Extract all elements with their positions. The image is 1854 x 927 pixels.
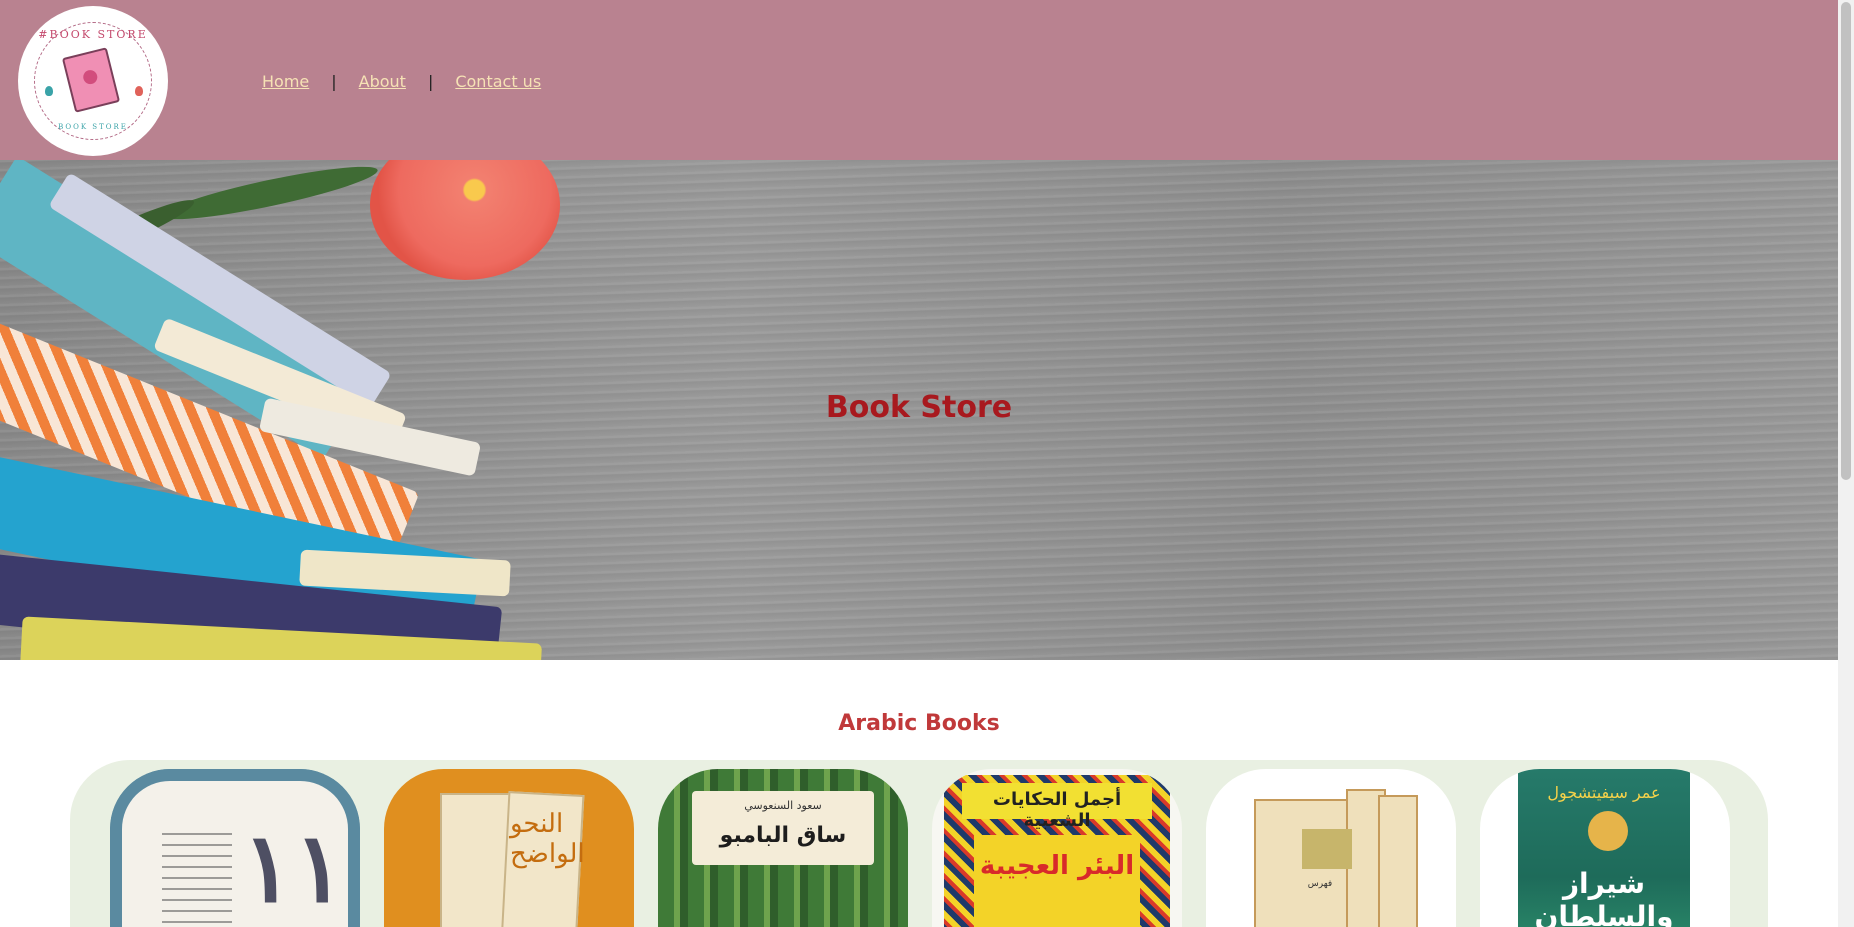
book-card[interactable]: النحو الواضح: [384, 769, 634, 927]
book-card[interactable]: أجمل الحكايات الشعبية البئر العجيبة: [932, 769, 1182, 927]
nav-link-home[interactable]: Home: [262, 72, 309, 91]
book-series: أجمل الحكايات الشعبية: [992, 789, 1122, 831]
hero-title: Book Store: [825, 390, 1013, 425]
book-author: سعود السنعوسي: [744, 799, 822, 812]
book-cover-number: ١١: [242, 811, 346, 924]
nav-link-about[interactable]: About: [359, 72, 406, 91]
illustration: [1588, 811, 1628, 851]
book-seal: [1302, 829, 1352, 869]
main-nav: Home | About | Contact us: [262, 72, 541, 91]
page-scrollbar[interactable]: [1838, 0, 1854, 927]
book-title: البئر العجيبة: [979, 851, 1135, 881]
book-card[interactable]: فهرس: [1206, 769, 1456, 927]
site-logo[interactable]: #BOOK STORE BOOK STORE: [18, 6, 168, 156]
page: #BOOK STORE BOOK STORE Home | About | Co…: [0, 0, 1854, 927]
hero-banner: Book Store: [0, 160, 1838, 660]
book-title: ساق البامبو: [719, 823, 847, 848]
logo-bottom-text: BOOK STORE: [58, 123, 128, 131]
cover-text-lines: [162, 833, 232, 923]
section-title-arabic-books: Arabic Books: [838, 711, 1000, 736]
logo-top-text: #BOOK STORE: [38, 28, 148, 41]
flower-decoration: [370, 160, 560, 280]
nav-link-contact[interactable]: Contact us: [455, 72, 541, 91]
book-card[interactable]: سعود السنعوسي ساق البامبو: [658, 769, 908, 927]
book-author: عمر سيفيتشجول: [1547, 783, 1661, 802]
site-header: #BOOK STORE BOOK STORE Home | About | Co…: [0, 0, 1838, 160]
book-title: فهرس: [1307, 879, 1333, 889]
book-card[interactable]: عمر سيفيتشجول شيراز والسلطان: [1480, 769, 1730, 927]
book-cover: عمر سيفيتشجول شيراز والسلطان: [1518, 769, 1690, 927]
leaf-decoration: [159, 160, 381, 229]
nav-separator: |: [427, 72, 434, 91]
nav-separator: |: [331, 72, 337, 91]
scrollbar-thumb[interactable]: [1841, 2, 1851, 480]
book-cover: أجمل الحكايات الشعبية البئر العجيبة: [944, 775, 1170, 927]
book-cover: ١١: [110, 769, 360, 927]
book-card[interactable]: ١١: [110, 769, 360, 927]
book-banner: أجمل الحكايات الشعبية: [962, 783, 1152, 831]
book-volume: [1378, 795, 1418, 927]
book-title-panel: البئر العجيبة: [974, 835, 1140, 927]
book-title: شيراز والسلطان: [1534, 867, 1674, 927]
book-title: النحو الواضح: [510, 809, 585, 869]
flower-icon: [135, 86, 143, 96]
flower-icon: [45, 86, 53, 96]
book-label: سعود السنعوسي ساق البامبو: [692, 791, 874, 865]
